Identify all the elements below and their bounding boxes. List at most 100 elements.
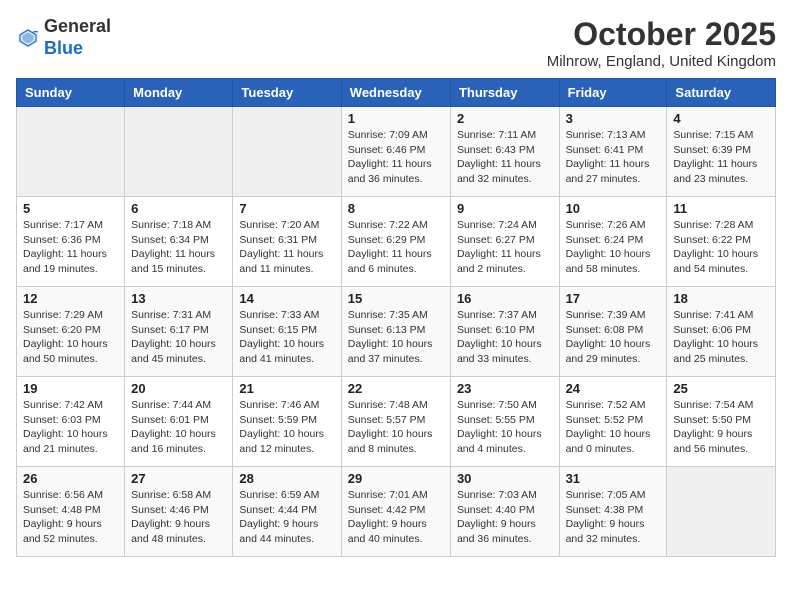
day-number: 22	[348, 381, 444, 396]
calendar-cell: 13 Sunrise: 7:31 AM Sunset: 6:17 PM Dayli…	[125, 287, 233, 377]
day-info: Sunrise: 7:46 AM Sunset: 5:59 PM Dayligh…	[239, 398, 334, 457]
calendar-day-header: Tuesday	[233, 79, 341, 107]
day-info: Sunrise: 7:05 AM Sunset: 4:38 PM Dayligh…	[566, 488, 661, 547]
calendar-day-header: Monday	[125, 79, 233, 107]
calendar-day-header: Friday	[559, 79, 667, 107]
calendar-cell: 6 Sunrise: 7:18 AM Sunset: 6:34 PM Daylig…	[125, 197, 233, 287]
day-info: Sunrise: 7:50 AM Sunset: 5:55 PM Dayligh…	[457, 398, 553, 457]
day-number: 24	[566, 381, 661, 396]
day-number: 11	[673, 201, 769, 216]
day-info: Sunrise: 6:59 AM Sunset: 4:44 PM Dayligh…	[239, 488, 334, 547]
calendar-day-header: Wednesday	[341, 79, 450, 107]
day-info: Sunrise: 7:28 AM Sunset: 6:22 PM Dayligh…	[673, 218, 769, 277]
day-number: 6	[131, 201, 226, 216]
day-info: Sunrise: 7:41 AM Sunset: 6:06 PM Dayligh…	[673, 308, 769, 367]
day-number: 14	[239, 291, 334, 306]
calendar-cell: 29 Sunrise: 7:01 AM Sunset: 4:42 PM Dayli…	[341, 467, 450, 557]
day-number: 16	[457, 291, 553, 306]
day-number: 17	[566, 291, 661, 306]
calendar-cell: 10 Sunrise: 7:26 AM Sunset: 6:24 PM Dayli…	[559, 197, 667, 287]
day-number: 18	[673, 291, 769, 306]
day-info: Sunrise: 7:52 AM Sunset: 5:52 PM Dayligh…	[566, 398, 661, 457]
calendar-cell: 21 Sunrise: 7:46 AM Sunset: 5:59 PM Dayli…	[233, 377, 341, 467]
day-info: Sunrise: 7:09 AM Sunset: 6:46 PM Dayligh…	[348, 128, 444, 187]
day-number: 25	[673, 381, 769, 396]
day-info: Sunrise: 7:31 AM Sunset: 6:17 PM Dayligh…	[131, 308, 226, 367]
day-number: 2	[457, 111, 553, 126]
day-number: 3	[566, 111, 661, 126]
day-number: 28	[239, 471, 334, 486]
calendar-cell: 9Sunrise: 7:24 AM Sunset: 6:27 PM Daylig…	[450, 197, 559, 287]
day-info: Sunrise: 7:22 AM Sunset: 6:29 PM Dayligh…	[348, 218, 444, 277]
day-number: 21	[239, 381, 334, 396]
day-info: Sunrise: 7:39 AM Sunset: 6:08 PM Dayligh…	[566, 308, 661, 367]
location: Milnrow, England, United Kingdom	[547, 53, 776, 70]
day-info: Sunrise: 7:35 AM Sunset: 6:13 PM Dayligh…	[348, 308, 444, 367]
day-number: 12	[23, 291, 118, 306]
day-number: 13	[131, 291, 226, 306]
calendar-cell: 5 Sunrise: 7:17 AM Sunset: 6:36 PM Daylig…	[17, 197, 125, 287]
day-info: Sunrise: 7:20 AM Sunset: 6:31 PM Dayligh…	[239, 218, 334, 277]
calendar-cell: 18 Sunrise: 7:41 AM Sunset: 6:06 PM Dayli…	[667, 287, 776, 377]
calendar-cell: 12Sunrise: 7:29 AM Sunset: 6:20 PM Dayli…	[17, 287, 125, 377]
calendar-cell: 19 Sunrise: 7:42 AM Sunset: 6:03 PM Dayli…	[17, 377, 125, 467]
calendar-table: SundayMondayTuesdayWednesdayThursdayFrid…	[16, 78, 776, 557]
calendar-cell: 20Sunrise: 7:44 AM Sunset: 6:01 PM Dayli…	[125, 377, 233, 467]
calendar-cell	[125, 107, 233, 197]
day-info: Sunrise: 7:42 AM Sunset: 6:03 PM Dayligh…	[23, 398, 118, 457]
day-info: Sunrise: 7:33 AM Sunset: 6:15 PM Dayligh…	[239, 308, 334, 367]
day-info: Sunrise: 7:18 AM Sunset: 6:34 PM Dayligh…	[131, 218, 226, 277]
day-info: Sunrise: 7:44 AM Sunset: 6:01 PM Dayligh…	[131, 398, 226, 457]
calendar-day-header: Thursday	[450, 79, 559, 107]
day-info: Sunrise: 7:17 AM Sunset: 6:36 PM Dayligh…	[23, 218, 118, 277]
logo: General Blue	[16, 16, 111, 59]
day-number: 7	[239, 201, 334, 216]
title-block: October 2025 Milnrow, England, United Ki…	[547, 16, 776, 70]
calendar-day-header: Sunday	[17, 79, 125, 107]
day-number: 10	[566, 201, 661, 216]
calendar-cell: 11 Sunrise: 7:28 AM Sunset: 6:22 PM Dayli…	[667, 197, 776, 287]
logo-blue-text: Blue	[44, 38, 83, 58]
logo-general-text: General	[44, 16, 111, 36]
day-info: Sunrise: 7:03 AM Sunset: 4:40 PM Dayligh…	[457, 488, 553, 547]
day-info: Sunrise: 6:58 AM Sunset: 4:46 PM Dayligh…	[131, 488, 226, 547]
calendar-cell: 30 Sunrise: 7:03 AM Sunset: 4:40 PM Dayli…	[450, 467, 559, 557]
calendar-cell: 17 Sunrise: 7:39 AM Sunset: 6:08 PM Dayli…	[559, 287, 667, 377]
day-number: 1	[348, 111, 444, 126]
day-info: Sunrise: 7:48 AM Sunset: 5:57 PM Dayligh…	[348, 398, 444, 457]
day-info: Sunrise: 7:54 AM Sunset: 5:50 PM Dayligh…	[673, 398, 769, 457]
day-number: 27	[131, 471, 226, 486]
day-number: 30	[457, 471, 553, 486]
day-info: Sunrise: 7:26 AM Sunset: 6:24 PM Dayligh…	[566, 218, 661, 277]
calendar-cell: 4Sunrise: 7:15 AM Sunset: 6:39 PM Daylig…	[667, 107, 776, 197]
calendar-cell: 26 Sunrise: 6:56 AM Sunset: 4:48 PM Dayli…	[17, 467, 125, 557]
calendar-week-row: 1 Sunrise: 7:09 AM Sunset: 6:46 PM Daylig…	[17, 107, 776, 197]
calendar-cell: 28 Sunrise: 6:59 AM Sunset: 4:44 PM Dayli…	[233, 467, 341, 557]
calendar-cell: 1 Sunrise: 7:09 AM Sunset: 6:46 PM Daylig…	[341, 107, 450, 197]
day-info: Sunrise: 7:37 AM Sunset: 6:10 PM Dayligh…	[457, 308, 553, 367]
calendar-header-row: SundayMondayTuesdayWednesdayThursdayFrid…	[17, 79, 776, 107]
calendar-cell: 8 Sunrise: 7:22 AM Sunset: 6:29 PM Daylig…	[341, 197, 450, 287]
day-number: 5	[23, 201, 118, 216]
calendar-cell: 14 Sunrise: 7:33 AM Sunset: 6:15 PM Dayli…	[233, 287, 341, 377]
calendar-week-row: 12Sunrise: 7:29 AM Sunset: 6:20 PM Dayli…	[17, 287, 776, 377]
day-info: Sunrise: 6:56 AM Sunset: 4:48 PM Dayligh…	[23, 488, 118, 547]
month-title: October 2025	[547, 16, 776, 53]
day-number: 9	[457, 201, 553, 216]
calendar-cell	[667, 467, 776, 557]
day-number: 8	[348, 201, 444, 216]
calendar-week-row: 5 Sunrise: 7:17 AM Sunset: 6:36 PM Daylig…	[17, 197, 776, 287]
day-number: 4	[673, 111, 769, 126]
logo-icon	[16, 26, 40, 50]
page-header: General Blue October 2025 Milnrow, Engla…	[16, 16, 776, 70]
day-number: 26	[23, 471, 118, 486]
day-number: 15	[348, 291, 444, 306]
calendar-cell: 16 Sunrise: 7:37 AM Sunset: 6:10 PM Dayli…	[450, 287, 559, 377]
calendar-cell: 7 Sunrise: 7:20 AM Sunset: 6:31 PM Daylig…	[233, 197, 341, 287]
day-info: Sunrise: 7:01 AM Sunset: 4:42 PM Dayligh…	[348, 488, 444, 547]
calendar-week-row: 26 Sunrise: 6:56 AM Sunset: 4:48 PM Dayli…	[17, 467, 776, 557]
day-number: 19	[23, 381, 118, 396]
day-info: Sunrise: 7:11 AM Sunset: 6:43 PM Dayligh…	[457, 128, 553, 187]
calendar-cell: 22 Sunrise: 7:48 AM Sunset: 5:57 PM Dayli…	[341, 377, 450, 467]
day-number: 29	[348, 471, 444, 486]
